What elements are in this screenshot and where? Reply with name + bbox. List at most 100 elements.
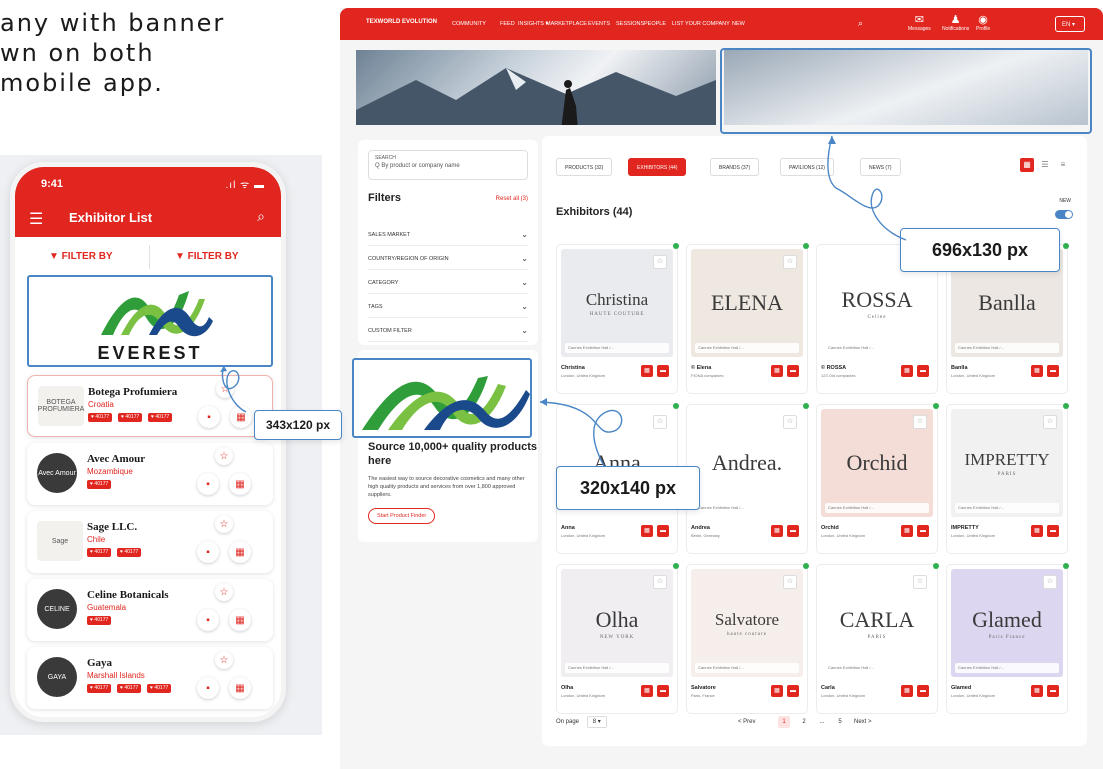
- calendar-icon[interactable]: ▦: [229, 609, 251, 631]
- filter-row[interactable]: COUNTRY/REGION OF ORIGIN ⌄: [368, 248, 528, 270]
- calendar-icon[interactable]: ▦: [771, 365, 783, 377]
- exhibitor-card[interactable]: Salvatore haute couture ☆ Cannes Exhibition…: [686, 563, 809, 714]
- calendar-icon[interactable]: ▦: [641, 525, 653, 537]
- calendar-icon[interactable]: ▦: [1031, 365, 1043, 377]
- calendar-icon[interactable]: ▦: [901, 525, 913, 537]
- compact-view-icon[interactable]: ≡: [1056, 158, 1070, 172]
- exhibitor-card[interactable]: ELENA ☆ Cannes Exhibition Hall /... © Elena…: [686, 243, 809, 394]
- star-icon[interactable]: ☆: [215, 583, 233, 601]
- chat-icon[interactable]: ▬: [787, 525, 799, 537]
- filter-row[interactable]: SALES MARKET ⌄: [368, 224, 528, 246]
- nav-item[interactable]: INSIGHTS ▾: [518, 21, 548, 27]
- page-button[interactable]: 5: [834, 716, 846, 728]
- nav-item[interactable]: EVENTS: [588, 21, 610, 27]
- chat-icon[interactable]: ▪: [197, 541, 219, 563]
- star-icon[interactable]: ☆: [783, 415, 797, 429]
- site-brand[interactable]: TEXWORLD EVOLUTION: [366, 19, 437, 25]
- chat-icon[interactable]: ▬: [657, 525, 669, 537]
- exhibitor-card[interactable]: CARLA PARIS ☆ Cannes Exhibition Hall /... Ca…: [816, 563, 939, 714]
- calendar-icon[interactable]: ▦: [771, 525, 783, 537]
- star-icon[interactable]: ☆: [913, 415, 927, 429]
- chat-icon[interactable]: ▬: [917, 685, 929, 697]
- filter-row[interactable]: CATEGORY ⌄: [368, 272, 528, 294]
- chat-icon[interactable]: ▬: [787, 365, 799, 377]
- chat-icon[interactable]: ▪: [197, 609, 219, 631]
- chat-icon[interactable]: ▪: [197, 473, 219, 495]
- calendar-icon[interactable]: ▦: [901, 365, 913, 377]
- calendar-icon[interactable]: ▦: [230, 406, 252, 428]
- chat-icon[interactable]: ▪: [197, 677, 219, 699]
- chat-icon[interactable]: ▬: [1047, 365, 1059, 377]
- calendar-icon[interactable]: ▦: [901, 685, 913, 697]
- new-toggle[interactable]: [1055, 210, 1073, 219]
- search-box[interactable]: SEARCH Q By product or company name: [368, 150, 528, 180]
- exhibitor-card[interactable]: GAYA Gaya Marshall Islands ♥ 40177 ♥ 40177 ♥ …: [27, 647, 273, 709]
- calendar-icon[interactable]: ▦: [229, 677, 251, 699]
- hamburger-icon[interactable]: ☰: [29, 209, 43, 229]
- tab[interactable]: PAVILIONS (12): [780, 158, 834, 176]
- nav-item[interactable]: MARKETPLACE: [546, 21, 587, 27]
- nav-item[interactable]: PEOPLE: [644, 21, 666, 27]
- grid-view-icon[interactable]: ▦: [1020, 158, 1034, 172]
- star-icon[interactable]: ☆: [215, 447, 233, 465]
- calendar-icon[interactable]: ▦: [229, 541, 251, 563]
- calendar-icon[interactable]: ▦: [1031, 685, 1043, 697]
- filter-by-left[interactable]: ▼ FILTER BY: [49, 251, 113, 262]
- exhibitor-card[interactable]: Olha NEW YORK ☆ Cannes Exhibition Hall /...…: [556, 563, 679, 714]
- search-icon[interactable]: ⌕: [257, 208, 265, 225]
- page-button[interactable]: 2: [798, 716, 810, 728]
- exhibitor-card[interactable]: Andrea. ☆ Cannes Exhibition Hall /... Andre…: [686, 403, 809, 554]
- nav-icon-button[interactable]: ◉ Profile: [976, 13, 990, 32]
- star-icon[interactable]: ☆: [653, 575, 667, 589]
- search-input[interactable]: Q By product or company name: [375, 163, 521, 169]
- star-icon[interactable]: ☆: [913, 575, 927, 589]
- exhibitor-card[interactable]: Christina HAUTE COUTURE ☆ Cannes Exhibition…: [556, 243, 679, 394]
- chat-icon[interactable]: ▬: [1047, 525, 1059, 537]
- star-icon[interactable]: ☆: [783, 255, 797, 269]
- chat-icon[interactable]: ▬: [787, 685, 799, 697]
- calendar-icon[interactable]: ▦: [1031, 525, 1043, 537]
- page-button[interactable]: 1: [778, 716, 790, 728]
- nav-icon-button[interactable]: ♟ Notifications: [942, 13, 969, 32]
- chat-icon[interactable]: ▬: [1047, 685, 1059, 697]
- page-button[interactable]: ...: [816, 716, 828, 728]
- exhibitor-card[interactable]: CELINE Celine Botanicals Guatemala ♥ 40177 ☆…: [27, 579, 273, 641]
- tab[interactable]: PRODUCTS (32): [556, 158, 613, 176]
- side-banner[interactable]: [352, 358, 532, 438]
- calendar-icon[interactable]: ▦: [229, 473, 251, 495]
- nav-item[interactable]: SESSIONS: [616, 21, 644, 27]
- page-button[interactable]: < Prev: [738, 716, 756, 728]
- star-icon[interactable]: ☆: [653, 255, 667, 269]
- exhibitor-card[interactable]: BOTEGA PROFUMIERA Botega Profumiera Croati…: [27, 375, 273, 437]
- exhibitor-card[interactable]: Avec Amour Avec Amour Mozambique ♥ 40177 ☆ ▪ ▦: [27, 443, 273, 505]
- mobile-banner[interactable]: EVEREST: [27, 275, 273, 367]
- calendar-icon[interactable]: ▦: [771, 685, 783, 697]
- chat-icon[interactable]: ▬: [657, 365, 669, 377]
- nav-item[interactable]: FEED: [500, 21, 515, 27]
- star-icon[interactable]: ☆: [1043, 415, 1057, 429]
- filter-row[interactable]: CUSTOM FILTER ⌄: [368, 320, 528, 342]
- chat-icon[interactable]: ▬: [917, 365, 929, 377]
- nav-icon-button[interactable]: ✉ Messages: [908, 13, 931, 32]
- star-icon[interactable]: ☆: [215, 515, 233, 533]
- chat-icon[interactable]: ▬: [657, 685, 669, 697]
- start-product-finder-button[interactable]: Start Product Finder: [368, 508, 436, 524]
- nav-item[interactable]: COMMUNITY: [452, 21, 486, 27]
- language-select[interactable]: EN ▾: [1055, 16, 1085, 32]
- chat-icon[interactable]: ▬: [917, 525, 929, 537]
- exhibitor-card[interactable]: IMPRETTY PARIS ☆ Cannes Exhibition Hall /..…: [946, 403, 1069, 554]
- tab[interactable]: EXHIBITORS (44): [628, 158, 687, 176]
- page-button[interactable]: Next >: [854, 716, 872, 728]
- star-icon[interactable]: ☆: [215, 651, 233, 669]
- filter-row[interactable]: TAGS ⌄: [368, 296, 528, 318]
- nav-item[interactable]: NEW: [732, 21, 745, 27]
- star-icon[interactable]: ☆: [783, 575, 797, 589]
- exhibitor-card[interactable]: Glamed Paris France ☆ Cannes Exhibition Hal…: [946, 563, 1069, 714]
- per-page-select[interactable]: 8 ▾: [586, 716, 607, 728]
- star-icon[interactable]: ☆: [1043, 575, 1057, 589]
- tab[interactable]: NEWS (7): [860, 158, 901, 176]
- calendar-icon[interactable]: ▦: [641, 685, 653, 697]
- star-icon[interactable]: ☆: [653, 415, 667, 429]
- chat-icon[interactable]: ▪: [198, 406, 220, 428]
- reset-all-link[interactable]: Reset all (3): [496, 196, 528, 202]
